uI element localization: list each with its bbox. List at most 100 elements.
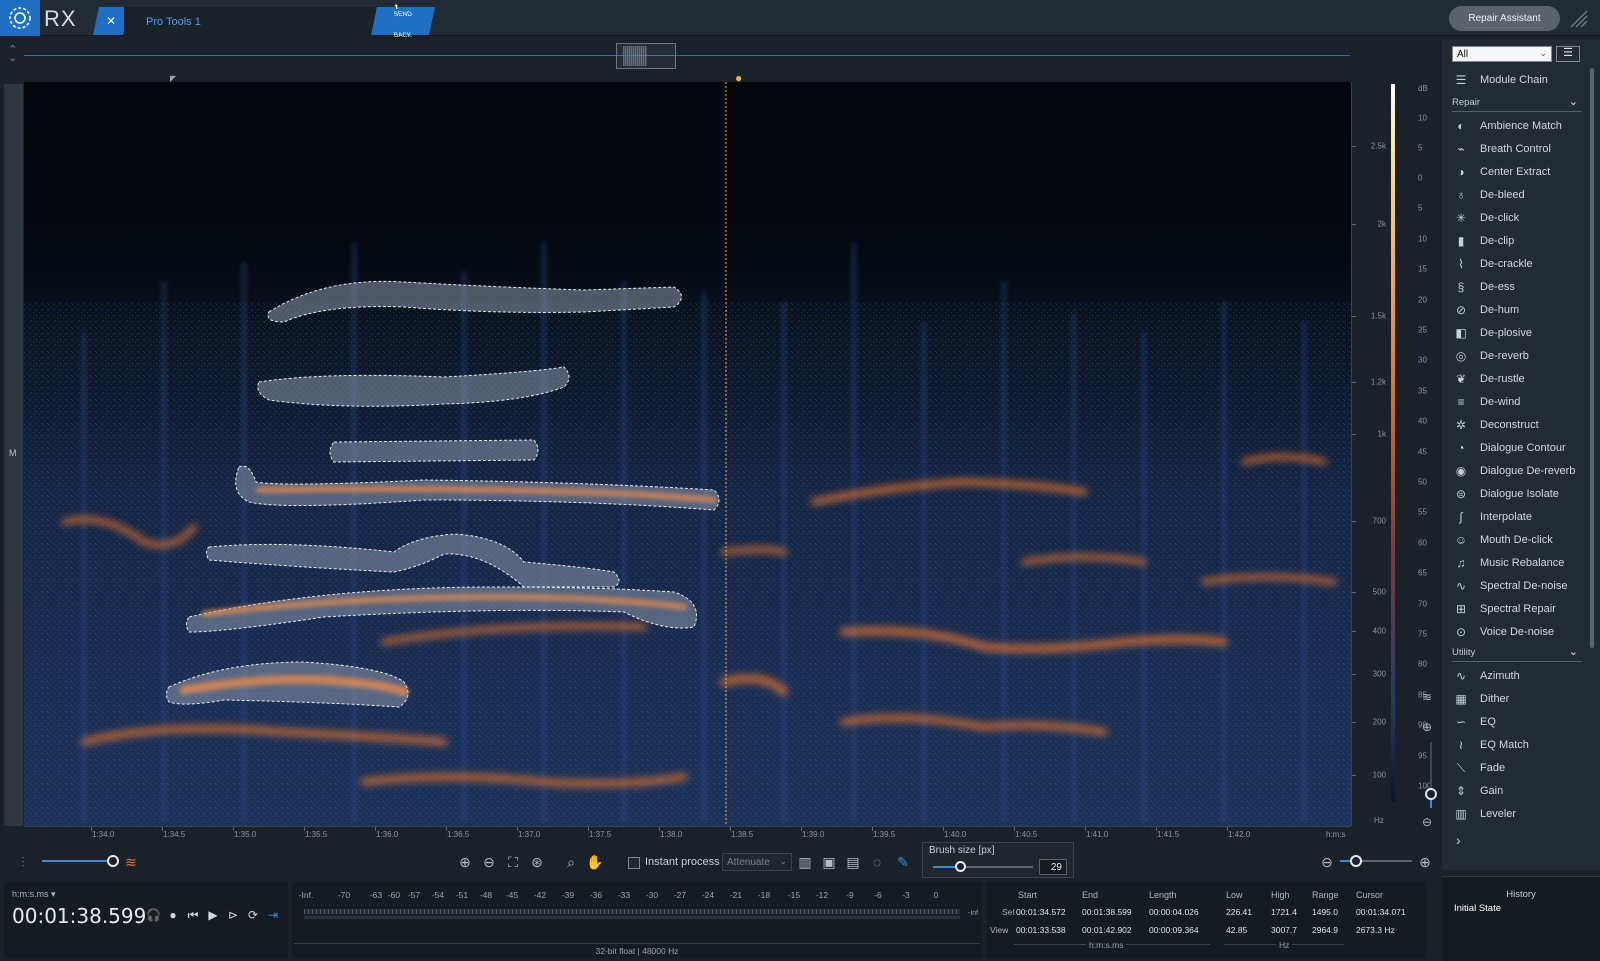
spectrogram-view[interactable] <box>24 82 1351 826</box>
module-breath-control[interactable]: ⌁ Breath Control <box>1452 139 1582 159</box>
headphones-icon[interactable]: 🎧 <box>146 908 161 923</box>
record-icon[interactable]: ● <box>166 908 180 923</box>
zoom-out-icon[interactable]: ⊖ <box>480 853 498 871</box>
module-dialogue-contour[interactable]: ◔ Dialogue Contour <box>1452 438 1582 458</box>
collapse-icon[interactable]: ⌃ ⌄ <box>8 45 17 64</box>
overview-view-window[interactable] <box>616 43 676 69</box>
view-end-value[interactable]: 00:01:42.902 <box>1082 925 1132 935</box>
module-ambience-match[interactable]: ◐ Ambience Match <box>1452 116 1582 136</box>
loop-icon[interactable]: ⟳ <box>246 908 260 923</box>
sel-range-value[interactable]: 1495.0 <box>1312 907 1338 917</box>
module-center-extract[interactable]: ◑ Center Extract <box>1452 162 1582 182</box>
instant-process-checkbox[interactable] <box>628 857 640 869</box>
module-music-rebalance[interactable]: ♫ Music Rebalance <box>1452 553 1582 573</box>
module-deconstruct[interactable]: ✲ Deconstruct <box>1452 415 1582 435</box>
module-de-rustle[interactable]: ❦ De-rustle <box>1452 369 1582 389</box>
module-de-clip[interactable]: ▮ De-clip <box>1452 231 1582 251</box>
zoom-in-vertical-icon[interactable]: ⊕ <box>1422 720 1432 734</box>
zoom-in-horizontal-icon[interactable]: ⊕ <box>1416 853 1434 871</box>
module-mouth-de-click[interactable]: ☺ Mouth De-click <box>1452 530 1582 550</box>
brush-size-input[interactable]: 29 <box>1039 859 1067 875</box>
zoom-fit-icon[interactable]: ⊛ <box>528 853 546 871</box>
waveform-overview[interactable]: ⌃ ⌄ <box>0 37 1440 81</box>
db-color-scale[interactable]: dB 10 5 0 5 10 15 20 25 30 35 40 45 50 5… <box>1390 82 1440 826</box>
history-item[interactable]: Initial State <box>1454 903 1501 914</box>
hand-tool-icon[interactable]: ✋ <box>586 853 604 871</box>
module-de-click[interactable]: ✳ De-click <box>1452 208 1582 228</box>
time-ruler[interactable]: 1:34.0 1:34.5 1:35.0 1:35.5 1:36.0 1:36.… <box>24 826 1351 843</box>
zoom-in-icon[interactable]: ⊕ <box>456 853 474 871</box>
module-eq[interactable]: ∽ EQ <box>1452 712 1582 732</box>
time-frequency-selection-icon[interactable]: ▣ <box>820 853 838 871</box>
module-de-bleed[interactable]: ♁ De-bleed <box>1452 185 1582 205</box>
view-range-value[interactable]: 2964.9 <box>1312 925 1338 935</box>
resize-grip-icon[interactable] <box>1568 8 1590 30</box>
sel-low-value[interactable]: 226.41 <box>1226 907 1252 917</box>
horizontal-zoom-knob[interactable] <box>1350 855 1362 867</box>
sel-end-value[interactable]: 00:01:38.599 <box>1082 907 1132 917</box>
brush-size-knob[interactable] <box>955 861 966 872</box>
module-de-crackle[interactable]: ⌇ De-crackle <box>1452 254 1582 274</box>
time-format-select[interactable]: h:m:s.ms ▾ <box>12 889 56 900</box>
spectrogram-view-icon[interactable]: ≋ <box>122 853 140 871</box>
module-azimuth[interactable]: ∿ Azimuth <box>1452 666 1582 686</box>
module-eq-match[interactable]: ≀ EQ Match <box>1452 735 1582 755</box>
zoom-selection-icon[interactable]: ⛶ <box>504 853 522 871</box>
module-chain-item[interactable]: ☰ Module Chain <box>1452 70 1582 90</box>
waveform-view-icon[interactable]: ⫶ <box>14 853 32 871</box>
view-start-value[interactable]: 00:01:33.538 <box>1016 925 1066 935</box>
spectrogram-color-icon[interactable]: ≋ <box>1422 690 1432 704</box>
izotope-logo-icon[interactable] <box>0 0 40 36</box>
zoom-out-vertical-icon[interactable]: ⊖ <box>1422 815 1432 829</box>
follow-playhead-icon[interactable]: ⇥ <box>266 908 280 923</box>
module-dither[interactable]: ▦ Dither <box>1452 689 1582 709</box>
module-list-scrollbar[interactable] <box>1590 68 1594 648</box>
play-icon[interactable]: ▶ <box>206 908 220 923</box>
time-selection-tool-icon[interactable]: ▥ <box>796 853 814 871</box>
module-gain[interactable]: ⇕ Gain <box>1452 781 1582 801</box>
utility-category-header[interactable]: Utility ⌄ <box>1452 646 1582 662</box>
module-filter-select[interactable]: All ⌄ <box>1452 46 1552 62</box>
module-fade[interactable]: ⟍ Fade <box>1452 758 1582 778</box>
module-de-ess[interactable]: § De-ess <box>1452 277 1582 297</box>
module-de-reverb[interactable]: ◎ De-reverb <box>1452 346 1582 366</box>
module-interpolate[interactable]: ∫ Interpolate <box>1452 507 1582 527</box>
chevron-right-icon[interactable]: › <box>1456 832 1461 848</box>
lasso-tool-icon[interactable]: ◌ <box>868 853 886 871</box>
send-back-button[interactable]: ⬆ SEND BACK <box>371 4 435 39</box>
channel-bar[interactable]: M <box>4 84 23 826</box>
view-high-value[interactable]: 3007.7 <box>1271 925 1297 935</box>
repair-assistant-button[interactable]: Repair Assistant <box>1449 6 1560 31</box>
sel-start-value[interactable]: 00:01:34.572 <box>1016 907 1066 917</box>
module-de-hum[interactable]: ⊘ De-hum <box>1452 300 1582 320</box>
spectrogram-canvas[interactable] <box>24 82 1351 826</box>
zoom-out-horizontal-icon[interactable]: ⊖ <box>1318 853 1336 871</box>
brush-tool-icon[interactable]: ✎ <box>894 853 912 871</box>
module-dialogue-de-reverb[interactable]: ◉ Dialogue De-reverb <box>1452 461 1582 481</box>
sel-high-value[interactable]: 1721.4 <box>1271 907 1297 917</box>
module-spectral-de-noise[interactable]: ∿ Spectral De-noise <box>1452 576 1582 596</box>
module-leveler[interactable]: ▥ Leveler <box>1452 804 1582 824</box>
play-selection-icon[interactable]: ⊳ <box>226 908 240 923</box>
waveform-spectrogram-blend-slider[interactable] <box>42 860 112 862</box>
process-mode-select[interactable]: Attenuate ⌄ <box>722 853 792 871</box>
db-label: 45 <box>1418 447 1427 457</box>
frequency-axis[interactable]: 2.5k 2k 1.5k 1.2k 1k 700 500 400 300 200… <box>1351 82 1390 826</box>
frequency-selection-icon[interactable]: ▤ <box>844 853 862 871</box>
repair-category-header[interactable]: Repair ⌄ <box>1452 96 1582 112</box>
view-low-value[interactable]: 42.85 <box>1226 925 1247 935</box>
module-de-wind[interactable]: ≡ De-wind <box>1452 392 1582 412</box>
module-voice-de-noise[interactable]: ⊙ Voice De-noise <box>1452 622 1582 642</box>
skip-back-icon[interactable]: ⏮ <box>186 908 200 923</box>
module-de-plosive[interactable]: ◧ De-plosive <box>1452 323 1582 343</box>
music-note-icon: ♫ <box>1456 556 1466 570</box>
magnify-icon[interactable]: ⌕ <box>562 853 580 871</box>
view-length-value[interactable]: 00:00:09.364 <box>1149 925 1199 935</box>
blend-slider-knob[interactable] <box>107 855 119 867</box>
module-dialogue-isolate[interactable]: ⊜ Dialogue Isolate <box>1452 484 1582 504</box>
hamburger-menu-icon[interactable]: ☰ <box>1556 46 1580 62</box>
vertical-zoom-knob[interactable] <box>1425 788 1437 800</box>
module-spectral-repair[interactable]: ⊞ Spectral Repair <box>1452 599 1582 619</box>
tab-pro-tools[interactable]: Pro Tools 1 <box>124 7 376 36</box>
sel-length-value[interactable]: 00:00:04.026 <box>1149 907 1199 917</box>
